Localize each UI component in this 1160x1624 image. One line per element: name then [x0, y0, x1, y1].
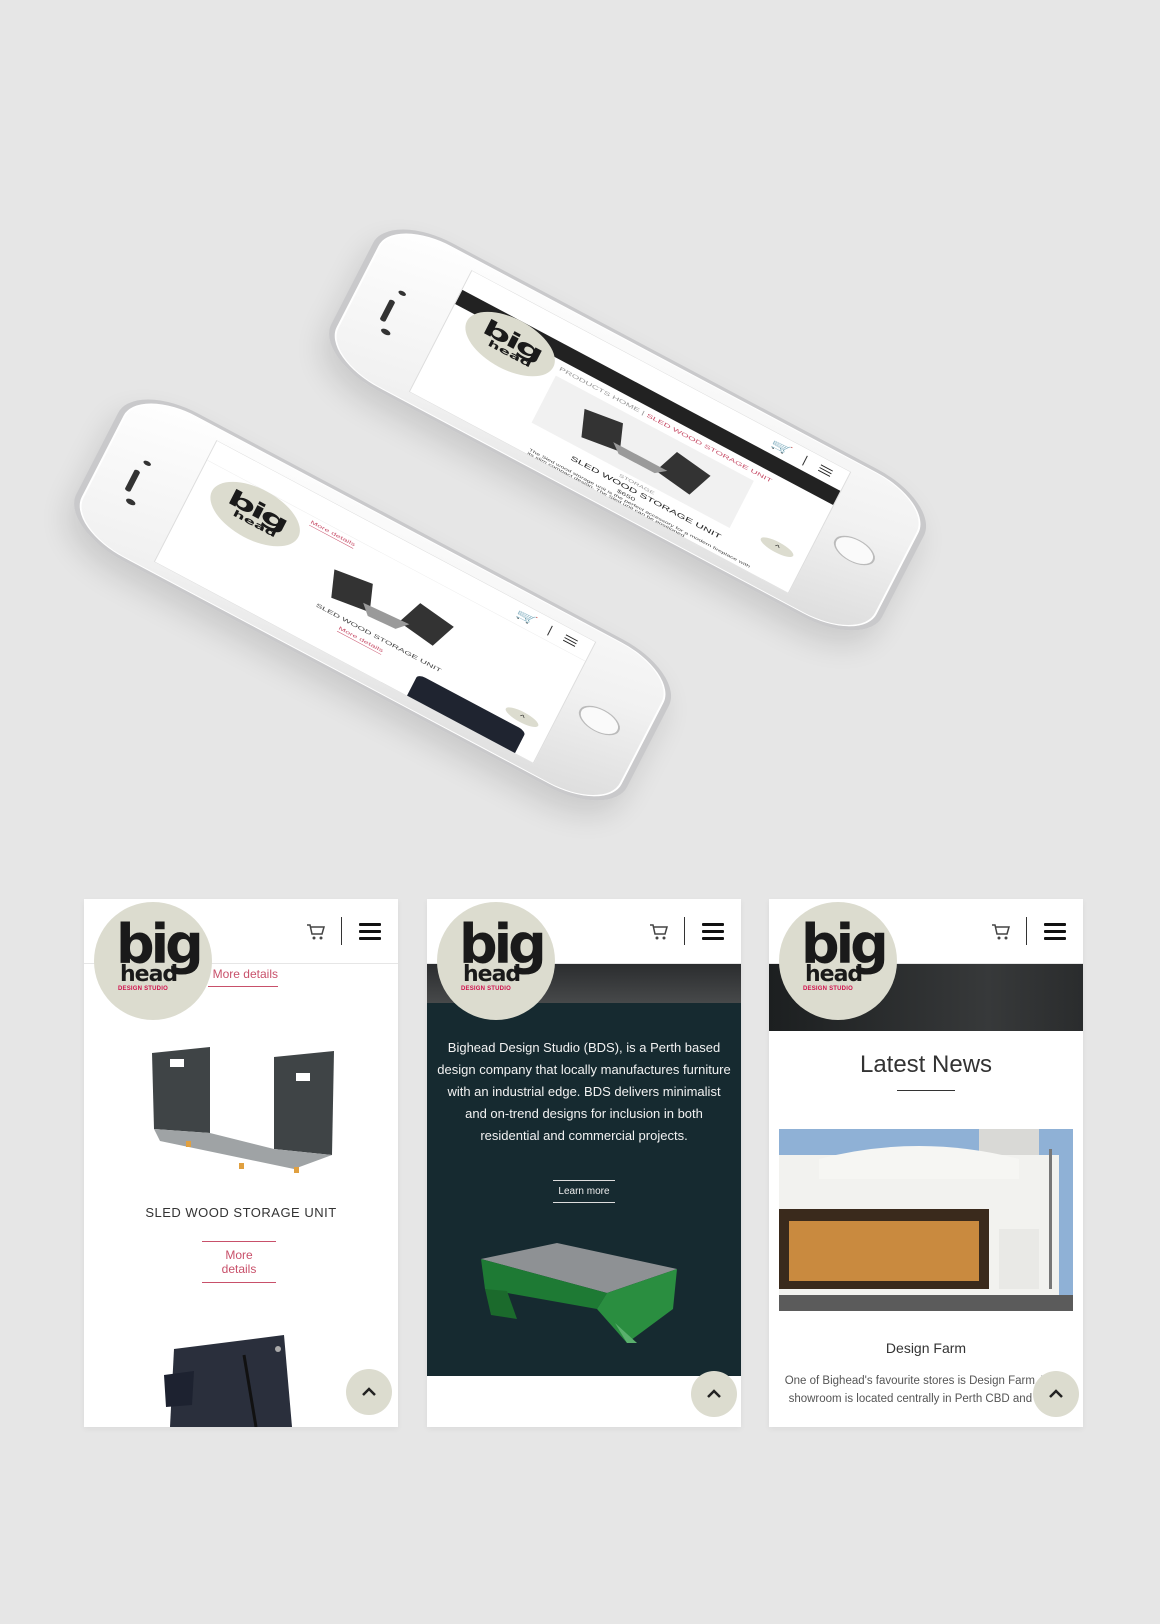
storage-unit-illustration: [331, 569, 454, 646]
hamburger-menu-icon[interactable]: [702, 923, 724, 941]
product-image: [477, 1239, 687, 1349]
section-title: Latest News: [859, 1051, 993, 1078]
header-divider: [802, 455, 808, 466]
sensor: [125, 497, 137, 507]
intro-text: Bighead Design Studio (BDS), is a Perth …: [437, 1040, 731, 1143]
screen-about: big head DESIGN STUDIO Bighead Design St…: [427, 899, 741, 1427]
logo-head-text: head: [120, 962, 178, 987]
logo[interactable]: big head DESIGN STUDIO: [437, 902, 555, 1020]
header-divider: [684, 917, 685, 945]
screen-news: big head DESIGN STUDIO Latest News Desig…: [769, 899, 1083, 1427]
chevron-up-icon: [707, 1389, 721, 1398]
more-details-link[interactable]: More details: [202, 1241, 276, 1283]
product-image-2: [164, 1335, 294, 1427]
home-button[interactable]: [829, 529, 880, 572]
logo[interactable]: big head DESIGN STUDIO: [94, 902, 212, 1020]
phone-mockup-front: 🛒 ☰ big head More details SLED WOOD STOR…: [59, 380, 775, 820]
front-camera: [142, 459, 152, 468]
speaker-grille: [379, 298, 396, 323]
scroll-to-top-button[interactable]: [346, 1369, 392, 1415]
chevron-up-icon: [1049, 1389, 1063, 1398]
article-excerpt: One of Bighead's favourite stores is Des…: [784, 1375, 1068, 1405]
storage-unit-illustration: [152, 1047, 334, 1173]
more-details-link-top[interactable]: More details: [208, 967, 278, 987]
title-underline: [897, 1090, 955, 1091]
hamburger-menu-icon[interactable]: [1044, 923, 1066, 941]
news-image[interactable]: [779, 1129, 1073, 1311]
logo[interactable]: big head DESIGN STUDIO: [779, 902, 897, 1020]
scroll-to-top-button[interactable]: [1033, 1371, 1079, 1417]
storefront-photo: [779, 1129, 1073, 1311]
product-image: [144, 1045, 344, 1175]
logo-studio-text: DESIGN STUDIO: [803, 986, 853, 992]
logo-studio-text: DESIGN STUDIO: [461, 986, 511, 992]
phone-body: 🛒 ☰ big head More details SLED WOOD STOR…: [59, 380, 686, 820]
sensor: [380, 327, 392, 337]
speaker-grille: [124, 468, 141, 493]
cart-icon[interactable]: [306, 923, 326, 941]
cart-icon[interactable]: [649, 923, 669, 941]
header-divider: [341, 917, 342, 945]
product-title: SLED WOOD STORAGE UNIT: [145, 1205, 337, 1220]
header-divider: [1026, 917, 1027, 945]
green-table-illustration: [481, 1243, 677, 1343]
chevron-up-icon: [362, 1387, 376, 1396]
logo-head-text: head: [463, 962, 521, 987]
article-title[interactable]: Design Farm: [769, 1340, 1083, 1356]
scroll-to-top-button[interactable]: [691, 1371, 737, 1417]
wall-shelf-illustration: [164, 1335, 292, 1427]
home-button[interactable]: [574, 699, 625, 742]
cart-icon[interactable]: [991, 923, 1011, 941]
front-camera: [397, 289, 407, 298]
product-image: [302, 541, 488, 674]
phone-screen: 🛒 ☰ big head More details SLED WOOD STOR…: [153, 440, 597, 764]
hamburger-menu-icon[interactable]: [359, 923, 381, 941]
logo-studio-text: DESIGN STUDIO: [118, 986, 168, 992]
learn-more-button[interactable]: Learn more: [553, 1180, 615, 1203]
header-divider: [547, 625, 553, 636]
logo-head-text: head: [805, 962, 863, 987]
screen-products: big head DESIGN STUDIO More details SLED…: [84, 899, 398, 1427]
